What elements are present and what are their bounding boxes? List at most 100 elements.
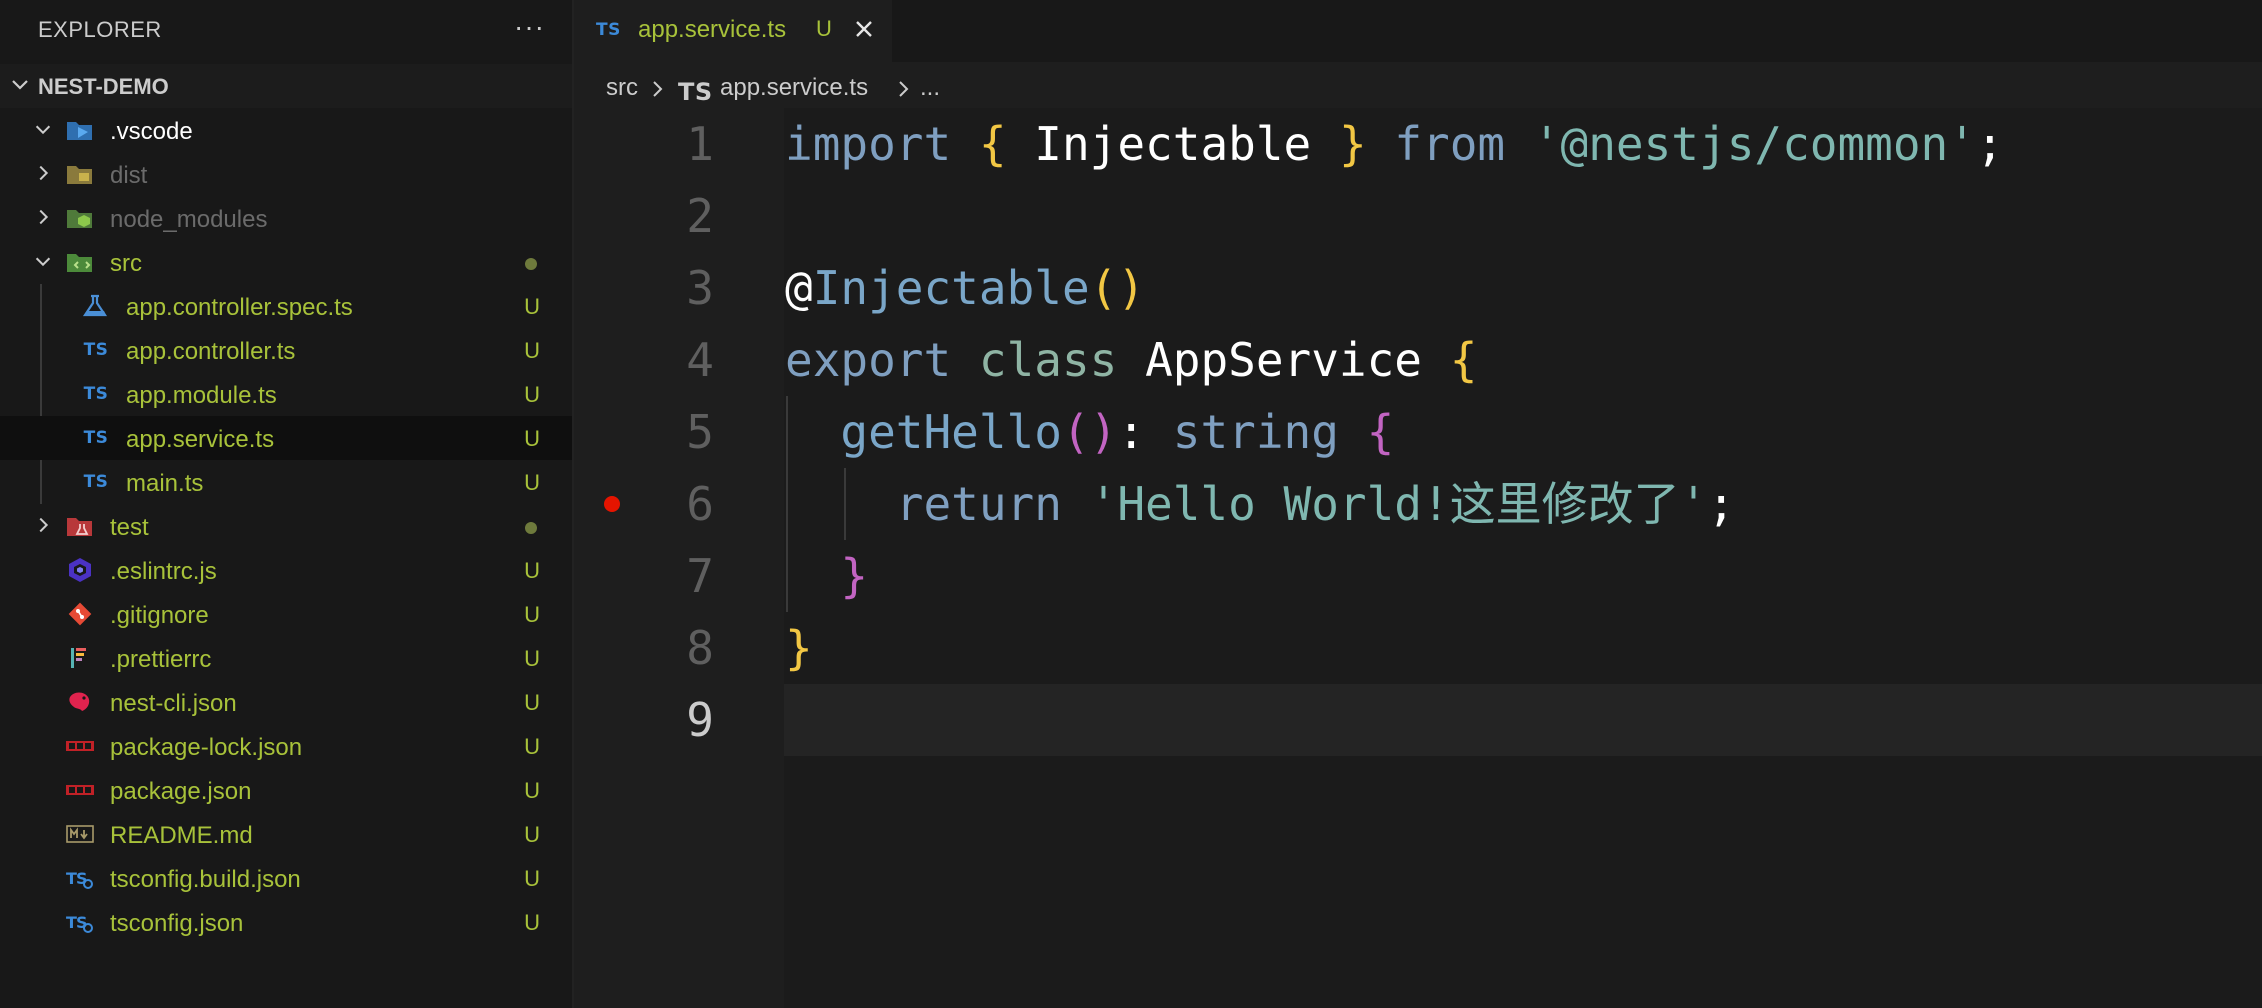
line-number: 1 xyxy=(686,117,714,171)
tree-item-file[interactable]: .gitignore U xyxy=(0,592,572,636)
tree-item-label: app.controller.ts xyxy=(126,338,296,365)
line-number-active: 9 xyxy=(686,693,714,747)
untracked-status: U xyxy=(524,338,540,363)
explorer-sidebar: EXPLORER ··· NEST-DEMO .vscode dist node… xyxy=(0,0,574,1008)
code-token: from xyxy=(1394,117,1506,171)
chevron-right-icon xyxy=(32,206,54,233)
untracked-status: U xyxy=(816,16,832,41)
breadcrumb-file[interactable]: app.service.ts xyxy=(720,74,868,102)
project-root[interactable]: NEST-DEMO xyxy=(0,64,572,108)
tree-item-vscode[interactable]: .vscode xyxy=(0,108,572,152)
tree-item-file[interactable]: TS main.ts U xyxy=(0,460,572,504)
node-folder-icon xyxy=(66,206,94,230)
nestjs-icon xyxy=(66,690,94,714)
tree-item-test[interactable]: test xyxy=(0,504,572,548)
explorer-header: EXPLORER ··· xyxy=(0,0,572,60)
tree-item-label: app.service.ts xyxy=(126,426,275,453)
tree-item-label: tsconfig.json xyxy=(110,910,244,937)
line-number: 2 xyxy=(686,189,714,243)
tree-item-label: .vscode xyxy=(110,118,193,145)
code-token: ; xyxy=(1975,117,2004,171)
code-token: import xyxy=(785,117,952,171)
tab-app-service[interactable]: TS app.service.ts U xyxy=(574,0,892,62)
code-token: AppService xyxy=(1145,333,1423,387)
svg-text:S: S xyxy=(76,869,88,888)
tsconfig-icon: TS xyxy=(66,866,94,890)
tree-item-src[interactable]: src xyxy=(0,240,572,284)
ellipsis-icon[interactable]: ··· xyxy=(514,12,545,42)
code-area[interactable] xyxy=(784,108,2262,1008)
tsconfig-icon: TS xyxy=(66,910,94,934)
tree-item-dist[interactable]: dist xyxy=(0,152,572,196)
tab-title: app.service.ts xyxy=(638,16,787,43)
tab-bar: TS app.service.ts U xyxy=(574,0,2262,62)
tree-item-file-selected[interactable]: TS app.service.ts U xyxy=(0,416,572,460)
test-flask-icon xyxy=(82,294,110,318)
code-token: Injectable xyxy=(1034,117,1312,171)
code-token: { xyxy=(1449,333,1478,387)
tree-item-file[interactable]: README.md U xyxy=(0,812,572,856)
tree-item-file[interactable]: .prettierrc U xyxy=(0,636,572,680)
tree-item-file[interactable]: .eslintrc.js U xyxy=(0,548,572,592)
code-token: class xyxy=(978,333,1118,387)
code-token: { xyxy=(978,117,1007,171)
tree-item-file[interactable]: TS tsconfig.build.json U xyxy=(0,856,572,900)
chevron-down-icon xyxy=(8,72,32,101)
tree-item-file[interactable]: package.json U xyxy=(0,768,572,812)
tree-item-label: tsconfig.build.json xyxy=(110,866,301,893)
typescript-icon: TS xyxy=(83,384,109,404)
code-token: () xyxy=(1089,261,1146,315)
tree-item-file[interactable]: nest-cli.json U xyxy=(0,680,572,724)
prettier-icon xyxy=(66,646,94,670)
explorer-title: EXPLORER xyxy=(38,17,162,42)
npm-icon xyxy=(66,734,94,758)
code-token: { xyxy=(1366,405,1395,459)
line-number: 7 xyxy=(686,549,714,603)
untracked-status: U xyxy=(524,910,540,935)
tree-item-file[interactable]: TS tsconfig.json U xyxy=(0,900,572,944)
tree-item-label: package.json xyxy=(110,778,252,805)
untracked-status: U xyxy=(524,426,540,451)
breadcrumb-folder[interactable]: src xyxy=(606,74,638,102)
untracked-status: U xyxy=(524,470,540,495)
code-token: export xyxy=(785,333,952,387)
code-token: ; xyxy=(1707,477,1736,531)
modified-dot-icon xyxy=(525,258,537,270)
untracked-status: U xyxy=(524,294,540,319)
tree-item-label: main.ts xyxy=(126,470,204,497)
tree-item-label: app.module.ts xyxy=(126,382,277,409)
chevron-right-icon xyxy=(32,162,54,189)
code-line-7: } xyxy=(785,540,868,612)
tree-item-label: node_modules xyxy=(110,206,268,233)
close-icon[interactable] xyxy=(852,17,876,46)
code-line-6: return 'Hello World!这里修改了'; xyxy=(785,468,1735,540)
code-token: '@nestjs/common' xyxy=(1532,117,1976,171)
breadcrumb-symbols[interactable]: ... xyxy=(920,74,940,102)
untracked-status: U xyxy=(524,866,540,891)
code-token: getHello xyxy=(840,405,1062,459)
tree-item-label: nest-cli.json xyxy=(110,690,237,717)
tree-item-file[interactable]: package-lock.json U xyxy=(0,724,572,768)
tree-item-file[interactable]: app.controller.spec.ts U xyxy=(0,284,572,328)
tree-item-file[interactable]: TS app.controller.ts U xyxy=(0,328,572,372)
line-number: 8 xyxy=(686,621,714,675)
src-folder-icon xyxy=(66,250,94,274)
chevron-right-icon xyxy=(650,80,666,103)
project-name: NEST-DEMO xyxy=(38,74,169,99)
markdown-icon xyxy=(66,822,94,846)
code-token: } xyxy=(840,549,869,603)
chevron-right-icon xyxy=(32,514,54,541)
line-number: 4 xyxy=(686,333,714,387)
code-token: string xyxy=(1172,405,1339,459)
untracked-status: U xyxy=(524,602,540,627)
code-token: return xyxy=(895,477,1062,531)
current-line-highlight xyxy=(784,684,2262,756)
untracked-status: U xyxy=(524,690,540,715)
untracked-status: U xyxy=(524,822,540,847)
chevron-down-icon xyxy=(32,250,54,277)
untracked-status: U xyxy=(524,734,540,759)
tree-item-file[interactable]: TS app.module.ts U xyxy=(0,372,572,416)
untracked-status: U xyxy=(524,558,540,583)
code-token: } xyxy=(785,621,813,675)
tree-item-node-modules[interactable]: node_modules xyxy=(0,196,572,240)
